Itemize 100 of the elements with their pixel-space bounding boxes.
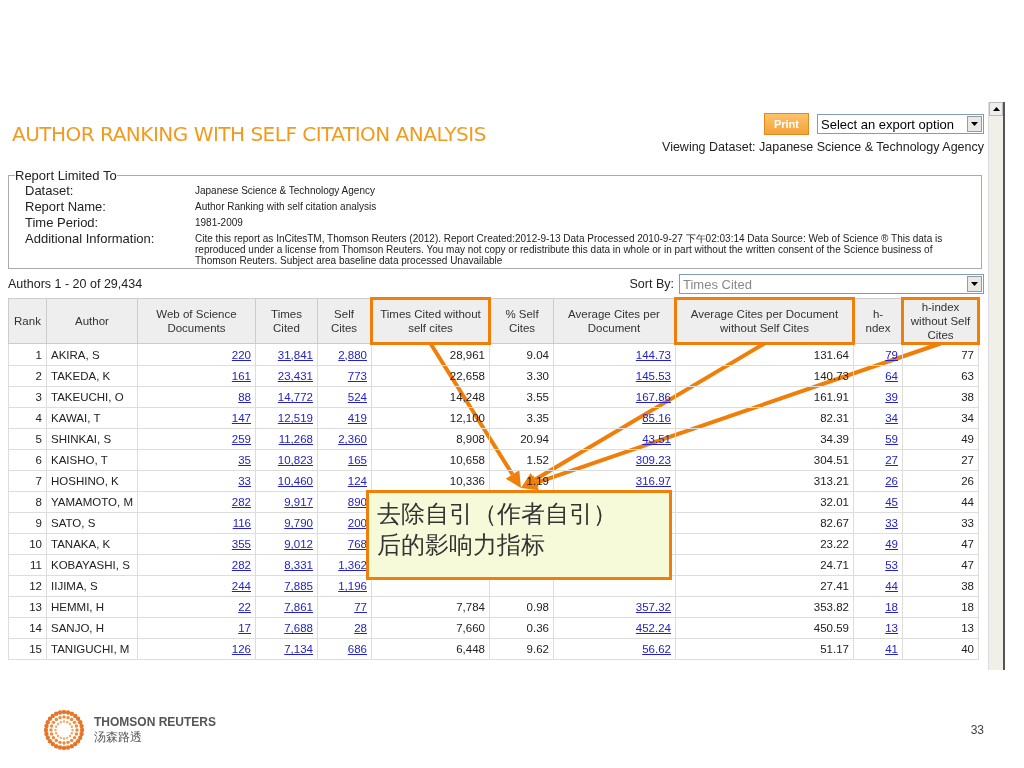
table-link[interactable]: 13 <box>885 622 898 634</box>
table-link[interactable]: 452.24 <box>635 622 671 634</box>
table-cell: 77 <box>902 343 979 366</box>
table-link[interactable]: 147 <box>231 412 251 424</box>
table-link[interactable]: 768 <box>347 538 367 550</box>
table-cell: 63 <box>902 365 979 387</box>
table-link[interactable]: 145.53 <box>635 370 671 382</box>
table-link[interactable]: 17 <box>238 622 251 634</box>
column-header[interactable]: Average Cites per Document without Self Cites <box>675 298 854 344</box>
column-header[interactable]: h-index without Self Cites <box>902 298 979 344</box>
table-link[interactable]: 282 <box>231 559 251 571</box>
table-cell: 49 <box>902 428 979 450</box>
table-link[interactable]: 28 <box>354 622 367 634</box>
table-cell: 47 <box>902 533 979 555</box>
table-link[interactable]: 44 <box>885 580 898 592</box>
table-link[interactable]: 33 <box>238 475 251 487</box>
table-link[interactable]: 355 <box>231 538 251 550</box>
table-link[interactable]: 18 <box>885 601 898 613</box>
table-cell: 0.36 <box>489 617 554 639</box>
table-cell: SANJO, H <box>46 617 138 639</box>
table-cell: 7 <box>8 470 47 492</box>
column-header[interactable]: Web of Science Documents <box>137 298 256 344</box>
table-link[interactable]: 53 <box>885 559 898 571</box>
table-link[interactable]: 34 <box>885 412 898 424</box>
table-link[interactable]: 41 <box>885 643 898 655</box>
table-cell: 6 <box>8 449 47 471</box>
table-link[interactable]: 77 <box>354 601 367 613</box>
table-link[interactable]: 167.86 <box>635 391 671 403</box>
table-cell: 10,658 <box>371 449 490 471</box>
table-link[interactable]: 116 <box>232 517 251 529</box>
table-link[interactable]: 244 <box>231 580 251 592</box>
table-link[interactable]: 59 <box>885 433 898 445</box>
table-cell: 24.71 <box>675 554 854 576</box>
table-cell: YAMAMOTO, M <box>46 491 138 513</box>
table-link[interactable]: 35 <box>238 454 251 466</box>
table-link[interactable]: 165 <box>347 454 367 466</box>
results-count: Authors 1 - 20 of 29,434 <box>8 277 143 291</box>
table-link[interactable]: 45 <box>885 496 898 508</box>
table-link[interactable]: 88 <box>238 391 251 403</box>
table-link[interactable]: 33 <box>885 517 898 529</box>
table-link[interactable]: 26 <box>885 475 898 487</box>
table-link[interactable]: 524 <box>347 391 367 403</box>
table-link[interactable]: 309.23 <box>635 454 671 466</box>
table-link[interactable]: 419 <box>347 412 367 424</box>
table-link[interactable]: 890 <box>347 496 367 508</box>
table-link[interactable]: 79 <box>885 348 898 361</box>
viewing-dataset-text: Viewing Dataset: Japanese Science & Technology Agency <box>662 140 984 154</box>
table-link[interactable]: 27 <box>885 454 898 466</box>
table-link[interactable]: 56.62 <box>642 643 671 655</box>
brand-name-local: 汤森路透 <box>94 728 143 746</box>
field-label: Additional Information: <box>25 231 156 247</box>
field-value: Author Ranking with self citation analysis <box>195 200 378 212</box>
panel-legend: Report Limited To <box>15 168 117 183</box>
field-label: Report Name: <box>25 199 107 215</box>
table-link[interactable]: 49 <box>885 538 898 550</box>
table-link[interactable]: 259 <box>231 433 251 445</box>
scroll-up-icon[interactable] <box>989 102 1003 116</box>
table-cell: 3.35 <box>489 407 554 429</box>
table-cell: 13 <box>902 617 979 639</box>
table-cell: TAKEUCHI, O <box>46 386 138 408</box>
table-link[interactable]: 200 <box>347 517 367 529</box>
table-link[interactable]: 126 <box>231 643 251 655</box>
table-cell: 44 <box>902 491 979 513</box>
column-header[interactable]: h- ndex <box>853 298 903 344</box>
table-cell: 12 <box>8 575 47 597</box>
column-header[interactable]: Rank <box>8 298 47 344</box>
table-link[interactable]: 686 <box>347 643 367 655</box>
table-cell: 32.01 <box>675 491 854 513</box>
scrollbar[interactable] <box>988 102 1005 670</box>
table-link[interactable]: 357.32 <box>635 601 671 613</box>
table-cell: KAISHO, T <box>46 449 138 471</box>
column-header[interactable]: Times Cited <box>255 298 318 344</box>
table-link[interactable]: 144.73 <box>635 348 671 361</box>
sort-dropdown[interactable]: Times Cited <box>679 274 984 294</box>
column-header[interactable]: Times Cited without self cites <box>371 298 490 344</box>
column-header[interactable]: Self Cites <box>317 298 372 344</box>
column-header[interactable]: Average Cites per Document <box>553 298 676 344</box>
table-cell: 7,784 <box>371 596 490 618</box>
table-link[interactable]: 22 <box>238 601 251 613</box>
export-dropdown[interactable]: Select an export option <box>817 114 984 134</box>
table-link[interactable]: 64 <box>885 370 898 382</box>
table-cell: IIJIMA, S <box>46 575 138 597</box>
table-cell: 13 <box>8 596 47 618</box>
table-cell: TANIGUCHI, M <box>46 638 138 660</box>
table-link[interactable]: 773 <box>347 370 367 382</box>
table-link[interactable]: 316.97 <box>635 475 671 487</box>
table-link[interactable]: 161 <box>231 370 251 382</box>
table-link[interactable]: 282 <box>231 496 251 508</box>
table-link[interactable]: 85.16 <box>642 412 671 424</box>
table-cell: KOBAYASHI, S <box>46 554 138 576</box>
table-cell: 10 <box>8 533 47 555</box>
logo-icon <box>44 710 84 750</box>
column-header[interactable]: Author <box>46 298 138 344</box>
table-cell: 51.17 <box>675 638 854 660</box>
table-cell: HEMMI, H <box>46 596 138 618</box>
column-header[interactable]: % Self Cites <box>489 298 554 344</box>
table-link[interactable]: 39 <box>885 391 898 403</box>
table-cell: 18 <box>902 596 979 618</box>
table-link[interactable]: 220 <box>231 348 251 361</box>
table-link[interactable]: 124 <box>347 475 367 487</box>
